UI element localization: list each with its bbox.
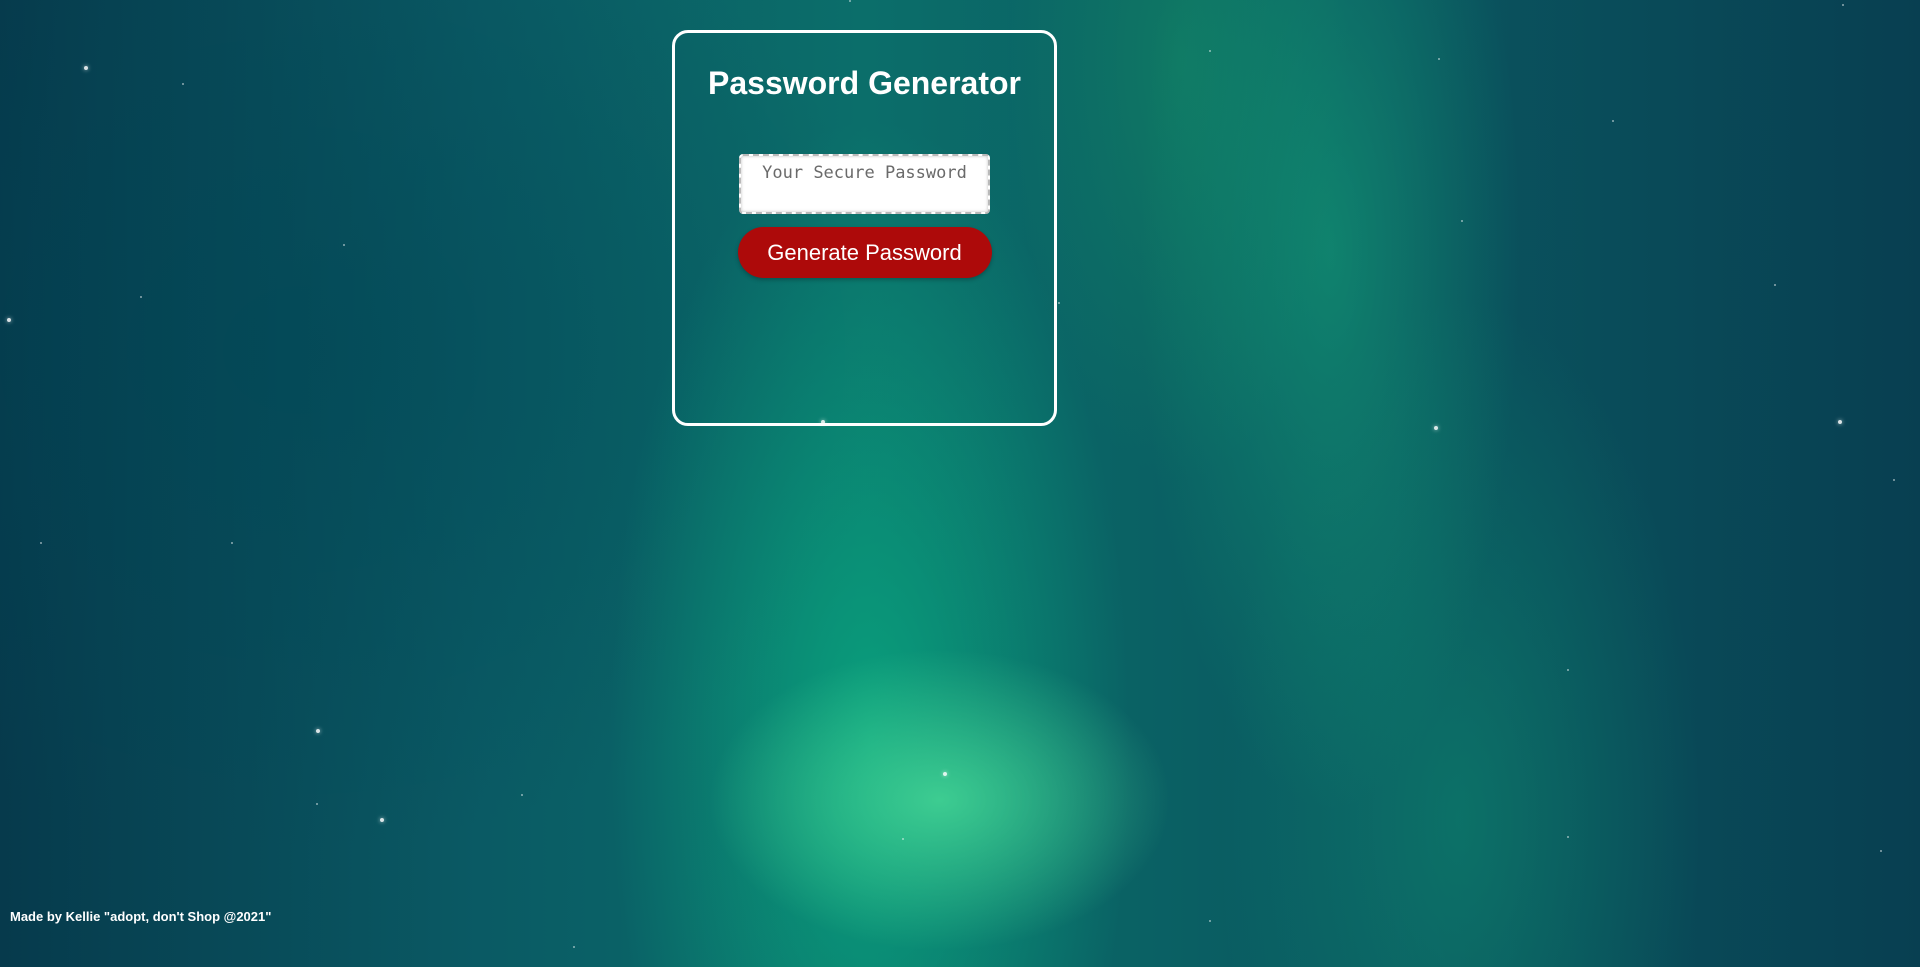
- star: [1567, 669, 1569, 671]
- star: [1461, 220, 1463, 222]
- star: [1209, 50, 1211, 52]
- star: [40, 542, 42, 544]
- star: [1880, 850, 1882, 852]
- star: [7, 318, 11, 322]
- star: [1209, 920, 1211, 922]
- star: [316, 803, 318, 805]
- star: [1838, 420, 1842, 424]
- generate-password-button[interactable]: Generate Password: [737, 227, 992, 278]
- star: [84, 66, 88, 70]
- star: [316, 729, 320, 733]
- star: [1434, 426, 1438, 430]
- star: [573, 946, 575, 948]
- star: [140, 296, 142, 298]
- password-generator-card: Password Generator Generate Password: [672, 30, 1057, 426]
- page-title: Password Generator: [708, 65, 1021, 101]
- star: [902, 838, 904, 840]
- star: [343, 244, 345, 246]
- star: [380, 818, 384, 822]
- star: [231, 542, 233, 544]
- star: [1567, 836, 1569, 838]
- star: [521, 794, 523, 796]
- password-output-field[interactable]: [739, 154, 990, 214]
- star: [1612, 120, 1614, 122]
- star: [1774, 284, 1776, 286]
- star: [1842, 4, 1844, 6]
- star: [1058, 302, 1060, 304]
- star: [849, 0, 851, 2]
- footer-credit: Made by Kellie "adopt, don't Shop @2021": [10, 909, 272, 924]
- star: [1438, 58, 1440, 60]
- star: [1893, 479, 1895, 481]
- star: [182, 83, 184, 85]
- star: [943, 772, 947, 776]
